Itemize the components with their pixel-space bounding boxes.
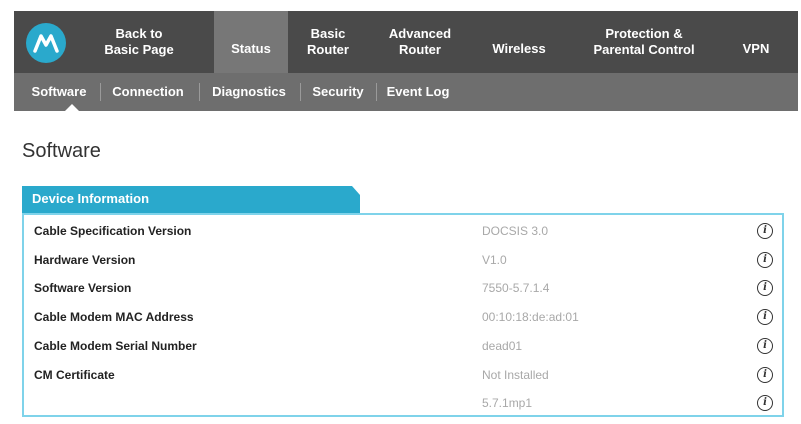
info-icon[interactable]: i (757, 252, 773, 268)
tab-divider (100, 83, 101, 101)
nav-label: Status (231, 41, 271, 56)
tab-diagnostics[interactable]: Diagnostics (203, 73, 295, 111)
row-value: 5.7.1mp1 (482, 396, 533, 410)
nav-label: Router (399, 42, 441, 57)
nav-basic-router[interactable]: Basic Router (294, 11, 362, 73)
tab-divider (376, 83, 377, 101)
tab-software[interactable]: Software (20, 73, 98, 111)
row-value: 7550-5.7.1.4 (482, 281, 550, 295)
nav-label: Back to (115, 26, 163, 41)
nav-label: Wireless (492, 41, 546, 56)
table-row: 5.7.1mp1 i (24, 389, 782, 418)
row-label: Software Version (34, 281, 132, 295)
motorola-logo-icon (33, 34, 59, 53)
row-value: Not Installed (482, 368, 549, 382)
tab-label: Diagnostics (212, 84, 286, 99)
table-row: CM Certificate Not Installed i (24, 361, 782, 390)
nav-protection-parental-control[interactable]: Protection & Parental Control (576, 11, 712, 73)
info-icon[interactable]: i (757, 338, 773, 354)
row-label: Cable Specification Version (34, 224, 192, 238)
tab-label: Software (31, 84, 87, 99)
nav-label: Parental Control (593, 42, 695, 57)
nav-label: Protection & (605, 26, 683, 41)
sub-nav: Software Connection Diagnostics Security… (14, 73, 798, 112)
table-row: Cable Modem MAC Address 00:10:18:de:ad:0… (24, 303, 782, 332)
table-row: Hardware Version V1.0 i (24, 246, 782, 275)
info-icon[interactable]: i (757, 280, 773, 296)
table-row: Software Version 7550-5.7.1.4 i (24, 274, 782, 303)
nav-label: Basic Page (104, 42, 174, 57)
nav-label: Router (307, 42, 349, 57)
top-nav: Back to Basic Page Status Basic Router A… (14, 11, 798, 73)
motorola-logo[interactable] (26, 23, 66, 63)
nav-advanced-router[interactable]: Advanced Router (372, 11, 468, 73)
nav-status[interactable]: Status (214, 11, 288, 73)
device-info-panel: Cable Specification Version DOCSIS 3.0 i… (22, 213, 784, 417)
tab-label: Event Log (386, 84, 450, 99)
table-row: Cable Modem Serial Number dead01 i (24, 332, 782, 361)
section-title: Device Information (32, 191, 150, 206)
tab-connection[interactable]: Connection (104, 73, 192, 111)
section-header: Device Information (22, 186, 360, 213)
info-icon[interactable]: i (757, 367, 773, 383)
page-title: Software (22, 140, 101, 162)
tab-label: Connection (112, 84, 184, 99)
tab-divider (300, 83, 301, 101)
row-value: dead01 (482, 339, 523, 353)
table-row: Cable Specification Version DOCSIS 3.0 i (24, 217, 782, 246)
row-label: CM Certificate (34, 368, 115, 382)
nav-vpn[interactable]: VPN (726, 11, 786, 73)
info-icon[interactable]: i (757, 223, 773, 239)
info-icon[interactable]: i (757, 395, 773, 411)
row-value: V1.0 (482, 253, 507, 267)
row-value: DOCSIS 3.0 (482, 224, 549, 238)
row-value: 00:10:18:de:ad:01 (482, 310, 579, 324)
tab-divider (199, 83, 200, 101)
info-icon[interactable]: i (757, 309, 773, 325)
nav-wireless[interactable]: Wireless (476, 11, 562, 73)
row-label: Cable Modem MAC Address (34, 310, 194, 324)
nav-label: VPN (742, 41, 770, 56)
row-label: Cable Modem Serial Number (34, 339, 197, 353)
tab-label: Security (312, 84, 364, 99)
nav-label: Advanced (388, 26, 452, 41)
tab-security[interactable]: Security (302, 73, 374, 111)
nav-back-to-basic-page[interactable]: Back to Basic Page (86, 11, 192, 73)
nav-label: Basic (310, 26, 346, 41)
tab-event-log[interactable]: Event Log (378, 73, 458, 111)
row-label: Hardware Version (34, 253, 136, 267)
active-tab-pointer (64, 104, 80, 112)
